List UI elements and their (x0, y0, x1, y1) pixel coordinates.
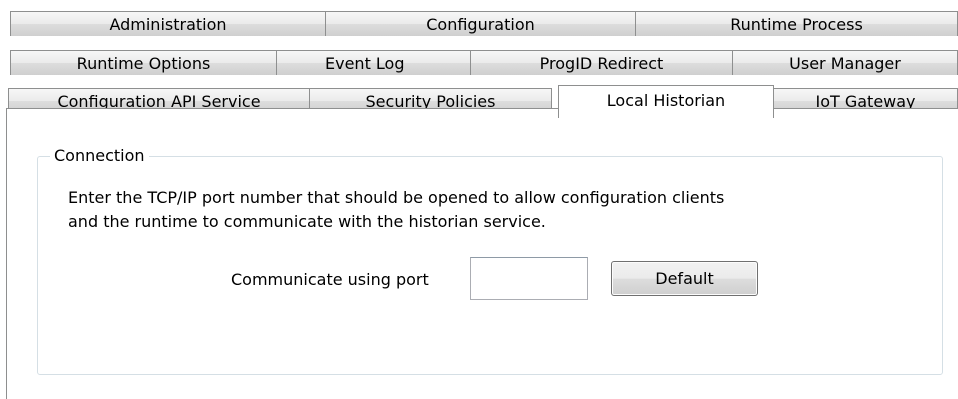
tab-event-log[interactable]: Event Log (276, 50, 471, 75)
tab-label: Runtime Options (76, 53, 211, 73)
tab-runtime-process[interactable]: Runtime Process (635, 11, 958, 36)
description-line-2: and the runtime to communicate with the … (68, 212, 546, 231)
tab-label: User Manager (789, 53, 901, 73)
tab-local-historian[interactable]: Local Historian (558, 85, 774, 118)
tab-label: Runtime Process (730, 14, 863, 34)
tab-configuration[interactable]: Configuration (325, 11, 636, 36)
port-label: Communicate using port (231, 270, 429, 289)
tab-label: Configuration (426, 14, 535, 34)
tab-administration[interactable]: Administration (10, 11, 326, 36)
tab-label: ProgID Redirect (539, 53, 664, 73)
port-input[interactable] (470, 257, 588, 300)
connection-description: Enter the TCP/IP port number that should… (68, 186, 724, 234)
default-button[interactable]: Default (611, 261, 758, 296)
tab-runtime-options[interactable]: Runtime Options (10, 50, 277, 75)
connection-group-title: Connection (50, 146, 149, 165)
tab-label: Administration (109, 14, 227, 34)
tab-label: Local Historian (606, 90, 726, 110)
tab-user-manager[interactable]: User Manager (732, 50, 958, 75)
tab-progid-redirect[interactable]: ProgID Redirect (470, 50, 733, 75)
description-line-1: Enter the TCP/IP port number that should… (68, 188, 725, 207)
tab-label: Event Log (325, 53, 405, 73)
